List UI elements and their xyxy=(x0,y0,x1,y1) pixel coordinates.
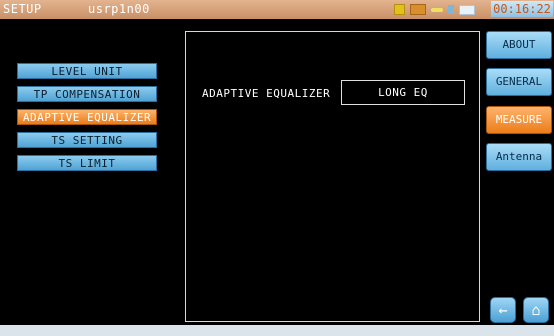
tab-general[interactable]: GENERAL xyxy=(486,68,552,96)
menu-item-tp-compensation[interactable]: TP COMPENSATION xyxy=(17,86,157,102)
clock: 00:16:22 xyxy=(491,1,553,17)
user-name: usrp1n00 xyxy=(88,2,150,16)
top-bar: SETUP usrp1n00 00:16:22 xyxy=(0,0,554,19)
back-arrow-icon: ← xyxy=(498,301,508,319)
menu-item-ts-setting[interactable]: TS SETTING xyxy=(17,132,157,148)
tab-antenna[interactable]: Antenna xyxy=(486,143,552,171)
battery-icon xyxy=(459,4,475,15)
app-title: SETUP xyxy=(3,2,42,16)
plug-icon xyxy=(431,7,443,12)
wifi-icon xyxy=(394,4,405,15)
tab-about[interactable]: ABOUT xyxy=(486,31,552,59)
home-icon: ⌂ xyxy=(531,301,541,319)
menu-item-ts-limit[interactable]: TS LIMIT xyxy=(17,155,157,171)
menu-item-level-unit[interactable]: LEVEL UNIT xyxy=(17,63,157,79)
status-icons xyxy=(394,3,475,16)
antenna-status-icon xyxy=(448,5,454,14)
back-button[interactable]: ← xyxy=(490,297,516,323)
tab-measure[interactable]: MEASURE xyxy=(486,106,552,134)
home-button[interactable]: ⌂ xyxy=(523,297,549,323)
settings-panel: ADAPTIVE EQUALIZER LONG EQ xyxy=(185,31,480,322)
setup-screen: SETUP usrp1n00 00:16:22 LEVEL UNIT TP CO… xyxy=(0,0,554,336)
usb-icon xyxy=(410,4,426,15)
menu-item-adaptive-equalizer[interactable]: ADAPTIVE EQUALIZER xyxy=(17,109,157,125)
adaptive-equalizer-label: ADAPTIVE EQUALIZER xyxy=(202,87,331,100)
adaptive-equalizer-value[interactable]: LONG EQ xyxy=(341,80,465,105)
bottom-strip xyxy=(0,325,554,336)
